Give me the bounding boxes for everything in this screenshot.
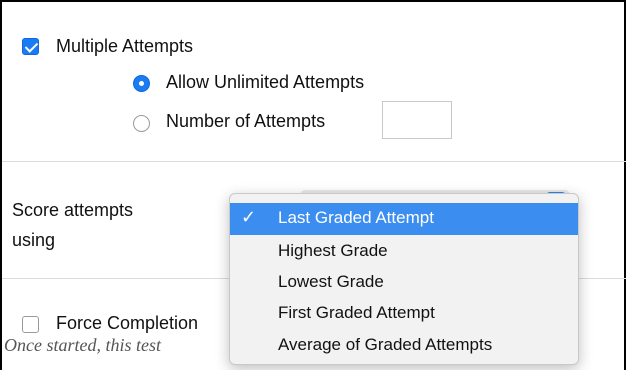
dropdown-option-label: Highest Grade bbox=[278, 241, 388, 260]
dropdown-option-average-of-graded-attempts[interactable]: Average of Graded Attempts bbox=[230, 330, 578, 361]
score-attempts-label-line1: Score attempts bbox=[12, 200, 134, 220]
dropdown-option-first-graded-attempt[interactable]: First Graded Attempt bbox=[230, 298, 578, 329]
force-completion-description: Once started, this test bbox=[4, 335, 161, 355]
number-of-attempts-label: Number of Attempts bbox=[166, 111, 326, 131]
allow-unlimited-attempts-radio[interactable] bbox=[133, 75, 150, 92]
number-of-attempts-input[interactable] bbox=[382, 101, 452, 139]
multiple-attempts-checkbox[interactable] bbox=[22, 38, 39, 55]
dropdown-option-lowest-grade[interactable]: Lowest Grade bbox=[230, 267, 578, 298]
section-divider bbox=[2, 161, 626, 162]
dropdown-option-label: First Graded Attempt bbox=[278, 303, 435, 322]
force-completion-checkbox[interactable] bbox=[22, 316, 39, 333]
number-of-attempts-radio[interactable] bbox=[133, 115, 150, 132]
check-icon: ✓ bbox=[241, 207, 257, 227]
score-attempts-dropdown-menu: ✓ Last Graded Attempt Highest Grade Lowe… bbox=[229, 193, 579, 365]
dropdown-option-label: Average of Graded Attempts bbox=[278, 335, 493, 354]
multiple-attempts-label: Multiple Attempts bbox=[56, 36, 194, 56]
dropdown-option-label: Last Graded Attempt bbox=[278, 208, 434, 227]
force-completion-label: Force Completion bbox=[56, 313, 199, 333]
dropdown-option-label: Lowest Grade bbox=[278, 272, 384, 291]
score-attempts-label-line2: using bbox=[12, 230, 56, 250]
allow-unlimited-attempts-label: Allow Unlimited Attempts bbox=[166, 72, 365, 92]
dropdown-option-highest-grade[interactable]: Highest Grade bbox=[230, 236, 578, 267]
dropdown-option-last-graded-attempt[interactable]: ✓ Last Graded Attempt bbox=[230, 203, 578, 235]
score-attempts-label: Score attempts using bbox=[12, 195, 133, 255]
